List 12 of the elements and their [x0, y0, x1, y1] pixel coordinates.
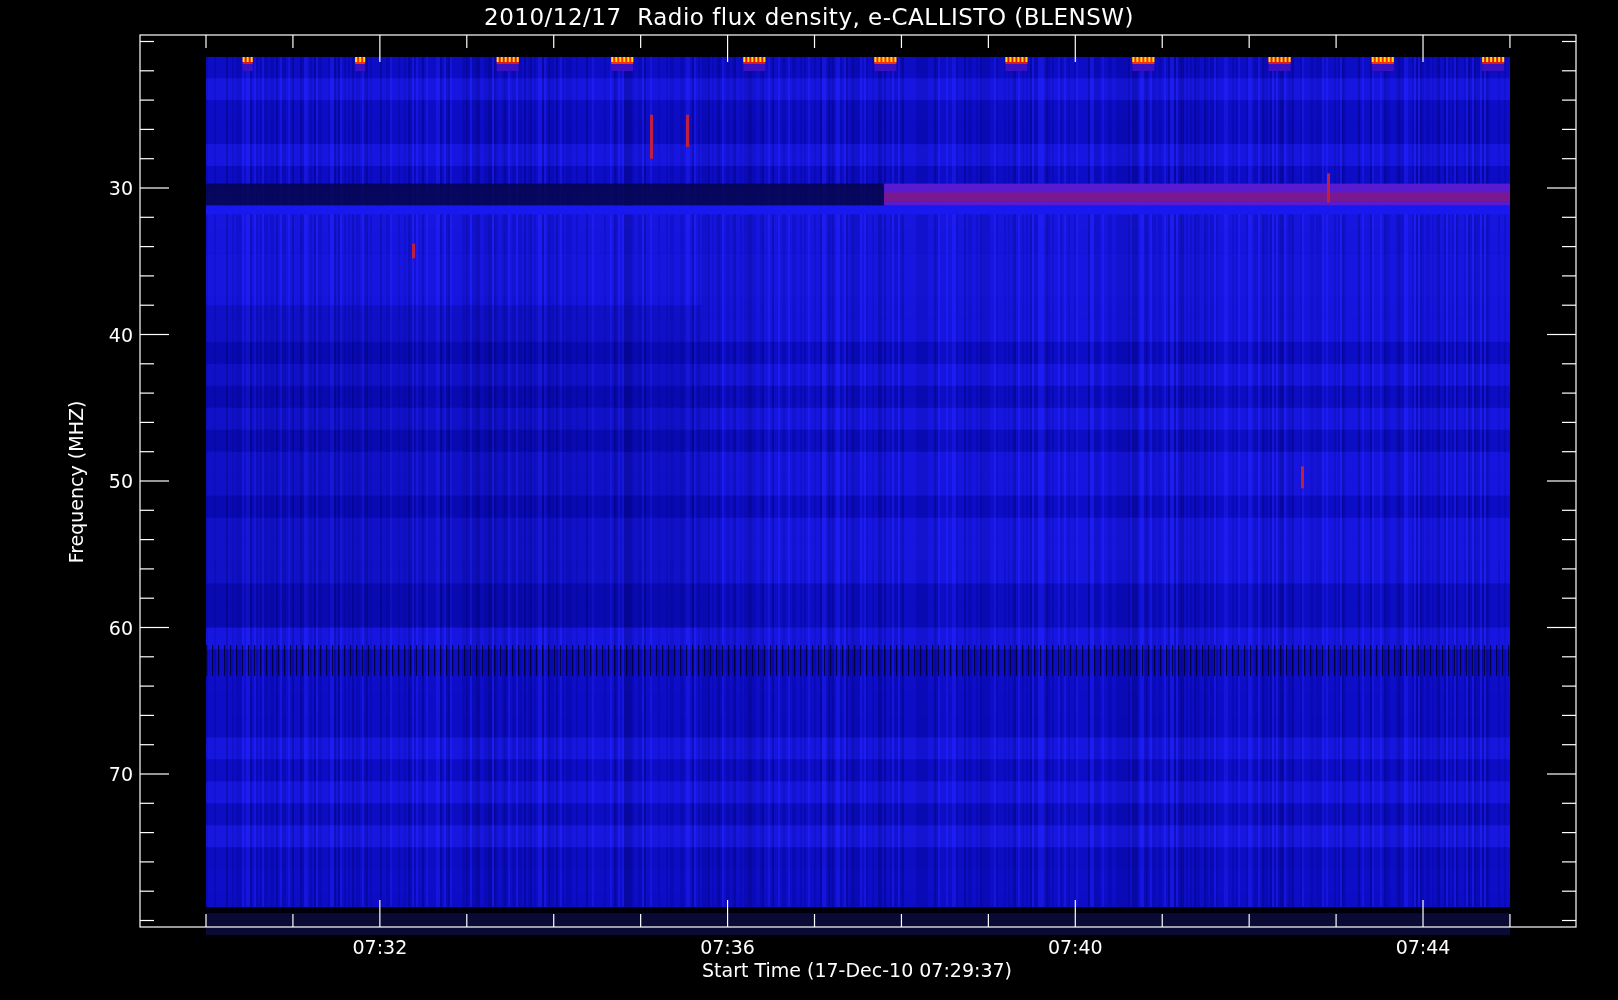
x-tick-label: 07:44	[1395, 936, 1451, 958]
x-tick-label: 07:36	[700, 936, 755, 958]
y-tick-label: 70	[108, 763, 133, 785]
x-axis-title: Start Time (17-Dec-10 07:29:37)	[702, 959, 1012, 981]
chart-title: 2010/12/17 Radio flux density, e-CALLISTO (BLENSW)	[484, 3, 1134, 32]
y-axis-title: Frequency (MHZ)	[65, 400, 87, 564]
x-tick-label: 07:32	[352, 936, 408, 958]
y-tick-label: 60	[108, 616, 133, 639]
y-tick-label: 50	[108, 470, 133, 492]
x-tick-label: 07:40	[1047, 936, 1103, 958]
y-tick-label: 30	[108, 177, 133, 199]
y-tick-label: 40	[108, 323, 133, 346]
